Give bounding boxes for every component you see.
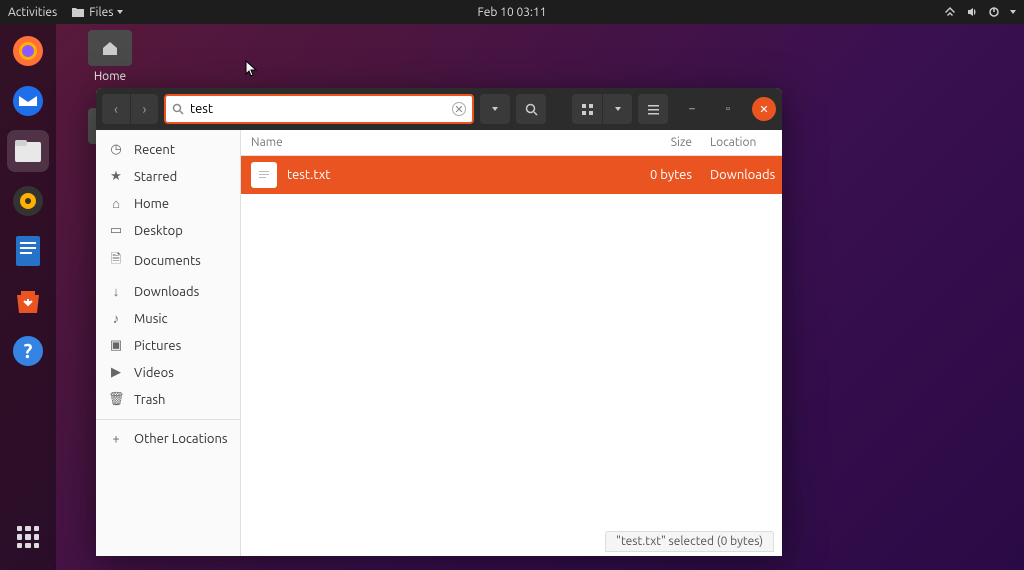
dock-show-apps[interactable] <box>7 516 49 558</box>
sidebar-label: Home <box>134 197 169 211</box>
chevron-down-icon <box>1010 10 1016 14</box>
sidebar-label: Music <box>134 312 168 326</box>
activities-button[interactable]: Activities <box>8 6 57 19</box>
pictures-icon: ▣ <box>108 338 124 353</box>
home-folder-icon <box>88 30 132 66</box>
clear-search-button[interactable]: ✕ <box>452 102 466 116</box>
desktop-home[interactable]: Home <box>80 30 140 83</box>
documents-icon: 🗎 <box>108 250 124 272</box>
app-menu-label: Files <box>89 6 113 19</box>
clock[interactable]: Feb 10 03:11 <box>477 6 546 19</box>
music-icon: ♪ <box>108 311 124 326</box>
search-toggle-button[interactable] <box>516 94 546 124</box>
sidebar-trash[interactable]: 🗑 Trash <box>96 386 240 413</box>
file-list: Name Size Location test.txt 0 bytes Down… <box>241 130 782 556</box>
home-icon: ⌂ <box>108 196 124 211</box>
column-size[interactable]: Size <box>642 136 702 149</box>
hamburger-menu-button[interactable] <box>638 94 668 124</box>
text-file-icon <box>251 162 277 188</box>
sidebar-desktop[interactable]: ▭ Desktop <box>96 217 240 244</box>
file-name: test.txt <box>287 168 642 182</box>
sidebar-label: Downloads <box>134 285 199 299</box>
volume-icon <box>966 6 978 18</box>
plus-icon: + <box>108 432 124 446</box>
sidebar-label: Recent <box>134 143 175 157</box>
files-window: ‹ › ✕ – ▫ ✕ ◷Recent ★St <box>96 88 782 556</box>
forward-button[interactable]: › <box>130 94 158 124</box>
dock-thunderbird[interactable] <box>7 80 49 122</box>
dock-help[interactable]: ? <box>7 330 49 372</box>
maximize-button[interactable]: ▫ <box>716 97 740 121</box>
sidebar-label: Pictures <box>134 339 181 353</box>
star-icon: ★ <box>108 169 124 184</box>
desktop-home-label: Home <box>80 70 140 83</box>
videos-icon: ▶ <box>108 365 124 380</box>
sidebar-documents[interactable]: 🗎 Documents <box>96 244 240 278</box>
sidebar: ◷ Recent ★ Starred ⌂ Home ▭ Desktop 🗎 Documen… <box>96 130 241 556</box>
view-dropdown-button[interactable] <box>602 94 632 124</box>
trash-icon: 🗑 <box>108 392 124 407</box>
top-bar: Activities Files Feb 10 03:11 <box>0 0 1024 24</box>
sidebar-label: Desktop <box>134 224 183 238</box>
search-icon <box>172 103 184 115</box>
dock-software[interactable] <box>7 280 49 322</box>
sidebar-separator <box>96 419 240 420</box>
view-grid-button[interactable] <box>572 94 602 124</box>
minimize-button[interactable]: – <box>680 97 704 121</box>
cursor-icon <box>245 60 259 78</box>
file-size: 0 bytes <box>642 168 702 182</box>
app-menu[interactable]: Files <box>71 6 123 19</box>
sidebar-label: Trash <box>134 393 165 407</box>
chevron-down-icon <box>117 10 123 14</box>
sidebar-pictures[interactable]: ▣ Pictures <box>96 332 240 359</box>
status-bar: "test.txt" selected (0 bytes) <box>605 531 774 552</box>
dock-rhythmbox[interactable] <box>7 180 49 222</box>
sidebar-other-locations[interactable]: + Other Locations <box>96 426 240 452</box>
downloads-icon: ↓ <box>108 284 124 299</box>
folder-icon <box>71 6 85 18</box>
column-headers[interactable]: Name Size Location <box>241 130 782 156</box>
column-location[interactable]: Location <box>702 136 782 149</box>
titlebar: ‹ › ✕ – ▫ ✕ <box>96 88 782 130</box>
sidebar-label: Other Locations <box>134 432 228 446</box>
sidebar-label: Videos <box>134 366 174 380</box>
file-row[interactable]: test.txt 0 bytes Downloads <box>241 156 782 194</box>
dock: ? <box>0 24 56 570</box>
close-button[interactable]: ✕ <box>752 97 776 121</box>
sidebar-recent[interactable]: ◷ Recent <box>96 136 240 163</box>
sidebar-label: Documents <box>134 254 201 268</box>
dock-writer[interactable] <box>7 230 49 272</box>
column-name[interactable]: Name <box>241 136 642 149</box>
desktop-icon: ▭ <box>108 223 124 238</box>
sidebar-music[interactable]: ♪ Music <box>96 305 240 332</box>
dock-files[interactable] <box>7 130 49 172</box>
clock-icon: ◷ <box>108 142 124 157</box>
dock-firefox[interactable] <box>7 30 49 72</box>
search-box[interactable]: ✕ <box>164 94 474 124</box>
back-button[interactable]: ‹ <box>102 94 130 124</box>
sidebar-downloads[interactable]: ↓ Downloads <box>96 278 240 305</box>
file-location: Downloads <box>702 168 782 182</box>
power-icon <box>988 6 1000 18</box>
search-options-dropdown[interactable] <box>480 94 510 124</box>
system-tray[interactable] <box>944 6 1016 18</box>
sidebar-starred[interactable]: ★ Starred <box>96 163 240 190</box>
svg-text:?: ? <box>24 339 33 362</box>
search-input[interactable] <box>190 102 446 116</box>
sidebar-label: Starred <box>134 170 177 184</box>
sidebar-home[interactable]: ⌂ Home <box>96 190 240 217</box>
sidebar-videos[interactable]: ▶ Videos <box>96 359 240 386</box>
network-icon <box>944 6 956 18</box>
